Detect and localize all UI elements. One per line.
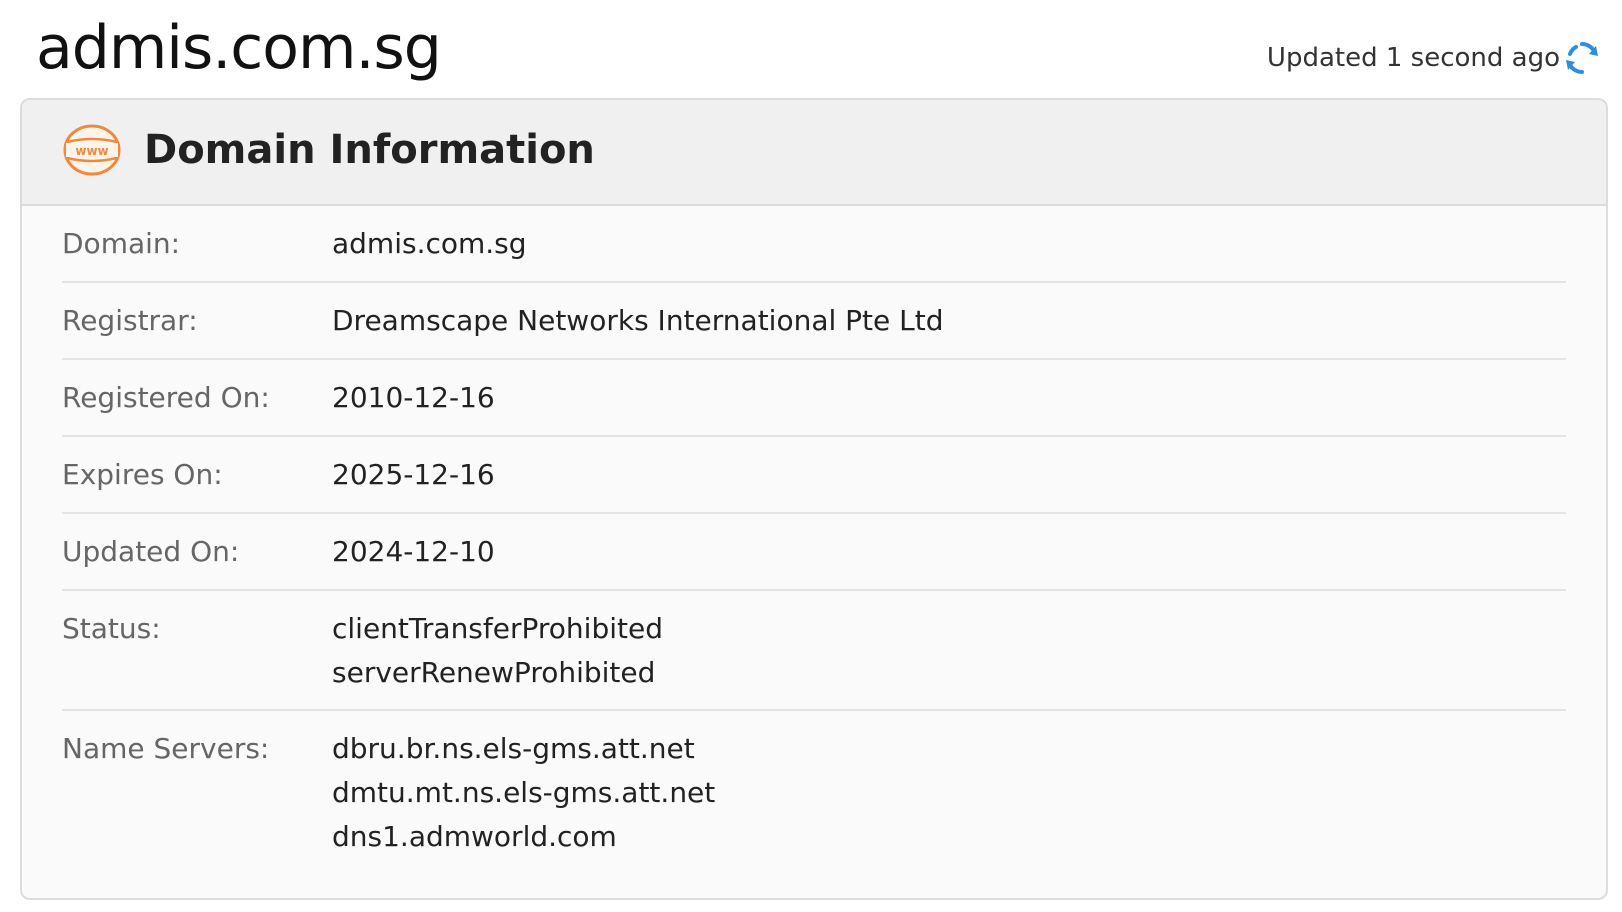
info-row: Status: clientTransferProhibited serverRen… <box>62 591 1566 711</box>
info-table: Domain: admis.com.sg Registrar: Dreamscape … <box>22 206 1606 871</box>
card-title: Domain Information <box>144 127 595 173</box>
info-label: Registered On: <box>62 381 270 414</box>
svg-text:www: www <box>75 144 108 158</box>
domain-title: admis.com.sg <box>36 13 442 83</box>
info-label: Updated On: <box>62 535 240 568</box>
info-row: Name Servers: dbru.br.ns.els-gms.att.net d… <box>62 711 1566 871</box>
info-value-line: dbru.br.ns.els-gms.att.net <box>332 732 695 765</box>
info-value-line: 2024-12-10 <box>332 535 495 568</box>
info-value-line: dmtu.mt.ns.els-gms.att.net <box>332 776 716 809</box>
updated-status: Updated 1 second ago <box>1266 43 1560 73</box>
info-value: Dreamscape Networks International Pte Lt… <box>332 299 944 358</box>
info-value: 2025-12-16 <box>332 453 495 512</box>
www-globe-icon: www <box>63 124 121 176</box>
info-value-line: 2025-12-16 <box>332 458 495 491</box>
card-header: www Domain Information <box>22 100 1606 206</box>
info-value-line: clientTransferProhibited <box>332 612 663 645</box>
info-row: Registered On: 2010-12-16 <box>62 360 1566 437</box>
info-value: admis.com.sg <box>332 222 527 281</box>
info-value: dbru.br.ns.els-gms.att.net dmtu.mt.ns.els… <box>332 727 715 871</box>
refresh-icon[interactable] <box>1562 38 1602 78</box>
info-value: clientTransferProhibited serverRenewProhi… <box>332 607 663 709</box>
info-row: Domain: admis.com.sg <box>62 206 1566 283</box>
info-label: Registrar: <box>62 304 198 337</box>
info-row: Expires On: 2025-12-16 <box>62 437 1566 514</box>
info-value: 2010-12-16 <box>332 376 495 435</box>
info-value-line: serverRenewProhibited <box>332 656 656 689</box>
info-label: Status: <box>62 612 161 645</box>
info-value-line: 2010-12-16 <box>332 381 495 414</box>
info-label: Domain: <box>62 227 181 260</box>
info-label: Name Servers: <box>62 732 270 765</box>
info-row: Registrar: Dreamscape Networks Internatio… <box>62 283 1566 360</box>
info-label: Expires On: <box>62 458 223 491</box>
page-header: admis.com.sg Updated 1 second ago <box>0 0 1622 100</box>
info-value-line: admis.com.sg <box>332 227 527 260</box>
info-value: 2024-12-10 <box>332 530 495 589</box>
info-row: Updated On: 2024-12-10 <box>62 514 1566 591</box>
info-value-line: Dreamscape Networks International Pte Lt… <box>332 304 944 337</box>
info-value-line: dns1.admworld.com <box>332 820 617 853</box>
domain-info-card: www Domain Information Domain: admis.com.… <box>20 98 1608 900</box>
